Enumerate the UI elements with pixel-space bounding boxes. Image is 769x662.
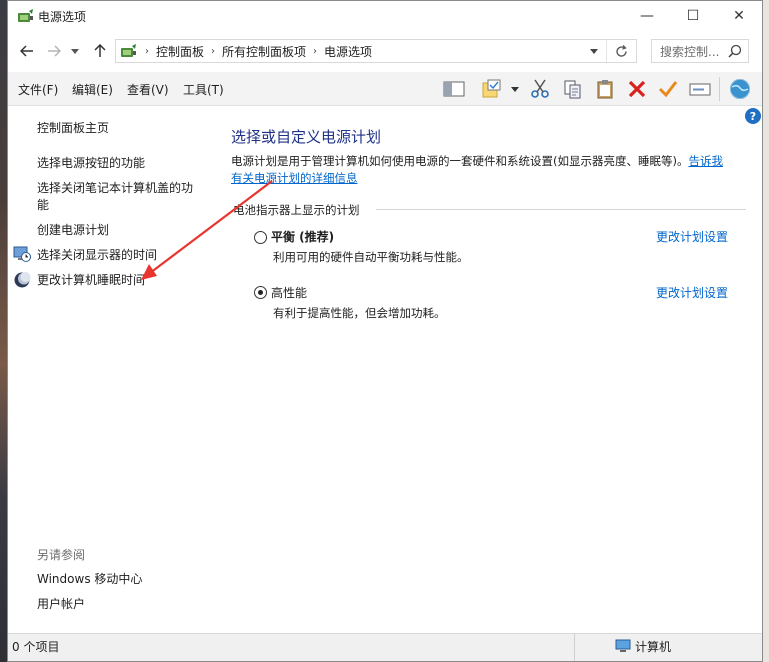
power-options-window: 电源选项 — ☐ ✕ › 控制面板 › 所有控制面板项 › 电源选项 搜索控制.… [7,0,763,662]
moon-icon [14,272,31,288]
learn-more-link-part1[interactable]: 告诉我 [688,154,723,168]
properties-button[interactable] [480,78,504,100]
title-bar: 电源选项 — ☐ ✕ [8,1,762,32]
location-label: 计算机 [635,640,672,654]
search-input[interactable]: 搜索控制... [651,39,749,63]
plan-balanced-change-settings-link[interactable]: 更改计划设置 [656,228,728,245]
layout-pane-button[interactable] [442,78,466,100]
rename-icon [689,83,711,96]
rename-button[interactable] [688,78,712,100]
learn-more-link-part2[interactable]: 有关电源计划的详细信息 [231,171,358,185]
address-history-dropdown[interactable] [586,40,602,62]
sidebar-item-display-off[interactable]: 选择关闭显示器的时间 [37,247,157,264]
power-options-icon [121,44,136,57]
breadcrumb-separator-icon[interactable]: › [211,46,215,57]
clipboard-icon [597,80,613,99]
see-also-heading: 另请参阅 [37,548,86,562]
scissors-icon [531,79,549,98]
back-arrow-icon [20,45,33,57]
plan-balanced-name[interactable]: 平衡 (推荐) [271,228,334,245]
desktop-background-right [763,0,769,662]
menu-edit[interactable]: 编辑(E) [72,81,113,98]
toolbar-divider [719,77,720,101]
folder-check-icon [482,79,501,98]
breadcrumb-power-options[interactable]: 电源选项 [324,43,372,60]
power-options-icon [18,9,33,22]
menu-view[interactable]: 查看(V) [127,81,169,98]
maximize-button[interactable]: ☐ [670,1,716,31]
menu-toolbar-row: 文件(F) 编辑(E) 查看(V) 工具(T) [8,72,762,106]
sidebar-item-sleep-time[interactable]: 更改计算机睡眠时间 [37,272,145,289]
up-button[interactable] [90,41,110,61]
task-pane: 控制面板主页 选择电源按钮的功能 选择关闭笔记本计算机盖的功能 创建电源计划 选… [8,106,208,633]
status-bar: 0 个项目 计算机 [8,633,762,661]
plan-high-performance-description: 有利于提高性能，但会增加功耗。 [273,306,446,320]
page-description: 电源计划是用于管理计算机如何使用电源的一套硬件和系统设置(如显示器亮度、睡眠等)… [231,153,751,187]
copy-icon [564,80,581,99]
sidebar-item-lid-close[interactable]: 选择关闭笔记本计算机盖的功能 [37,180,202,214]
copy-button[interactable] [561,78,585,100]
checkmark-icon [658,81,678,98]
plan-high-performance-name[interactable]: 高性能 [271,284,307,301]
close-button[interactable]: ✕ [716,1,762,31]
cut-button[interactable] [528,78,552,100]
help-icon[interactable]: ? [745,108,761,124]
computer-icon [615,639,631,652]
preview-pane-icon [443,81,465,97]
chevron-down-icon [71,48,79,54]
description-text: 电源计划是用于管理计算机如何使用电源的一套硬件和系统设置(如显示器亮度、睡眠等)… [231,154,689,168]
section-divider [376,209,746,210]
plan-high-performance-change-settings-link[interactable]: 更改计划设置 [656,284,728,301]
sidebar-item-mobility-center[interactable]: Windows 移动中心 [37,571,142,588]
properties-dropdown[interactable] [508,78,522,100]
address-bar[interactable]: › 控制面板 › 所有控制面板项 › 电源选项 [115,39,637,63]
forward-button[interactable] [44,41,64,61]
up-arrow-icon [94,44,106,57]
plan-balanced-radio[interactable] [254,231,267,244]
chevron-down-icon [511,86,519,92]
forward-arrow-icon [48,45,61,57]
delete-x-icon [628,80,646,98]
breadcrumb-all-items[interactable]: 所有控制面板项 [222,43,306,60]
recent-locations-button[interactable] [68,41,82,61]
sidebar-item-power-button[interactable]: 选择电源按钮的功能 [37,155,145,172]
search-placeholder: 搜索控制... [660,44,720,59]
item-count: 0 个项目 [12,640,60,654]
breadcrumb-separator-icon[interactable]: › [145,46,149,57]
page-title: 选择或自定义电源计划 [231,128,382,146]
back-button[interactable] [17,41,37,61]
menu-file[interactable]: 文件(F) [18,81,58,98]
plan-balanced-description: 利用可用的硬件自动平衡功耗与性能。 [273,250,469,264]
breadcrumb-separator-icon[interactable]: › [313,46,317,57]
menu-tools[interactable]: 工具(T) [183,81,224,98]
plan-high-performance-radio[interactable] [254,286,267,299]
minimize-button[interactable]: — [624,1,670,31]
globe-button[interactable] [728,78,752,100]
breadcrumb-control-panel[interactable]: 控制面板 [156,43,204,60]
status-divider [574,634,575,661]
sidebar-item-control-panel-home[interactable]: 控制面板主页 [37,120,109,137]
delete-button[interactable] [625,78,649,100]
search-icon [728,44,742,58]
monitor-clock-icon [13,246,31,262]
globe-icon [730,79,750,99]
section-heading: 电池指示器上显示的计划 [233,203,360,217]
chevron-down-icon [590,48,598,54]
window-title: 电源选项 [38,10,87,24]
refresh-button[interactable] [606,40,636,62]
desktop-background-left [0,0,7,662]
sidebar-item-user-accounts[interactable]: 用户帐户 [37,596,85,613]
main-content: ? 选择或自定义电源计划 电源计划是用于管理计算机如何使用电源的一套硬件和系统设… [208,106,762,633]
sidebar-item-create-plan[interactable]: 创建电源计划 [37,222,109,239]
paste-button[interactable] [593,78,617,100]
apply-button[interactable] [656,78,680,100]
refresh-icon [616,44,627,57]
address-row: › 控制面板 › 所有控制面板项 › 电源选项 搜索控制... [8,32,762,72]
